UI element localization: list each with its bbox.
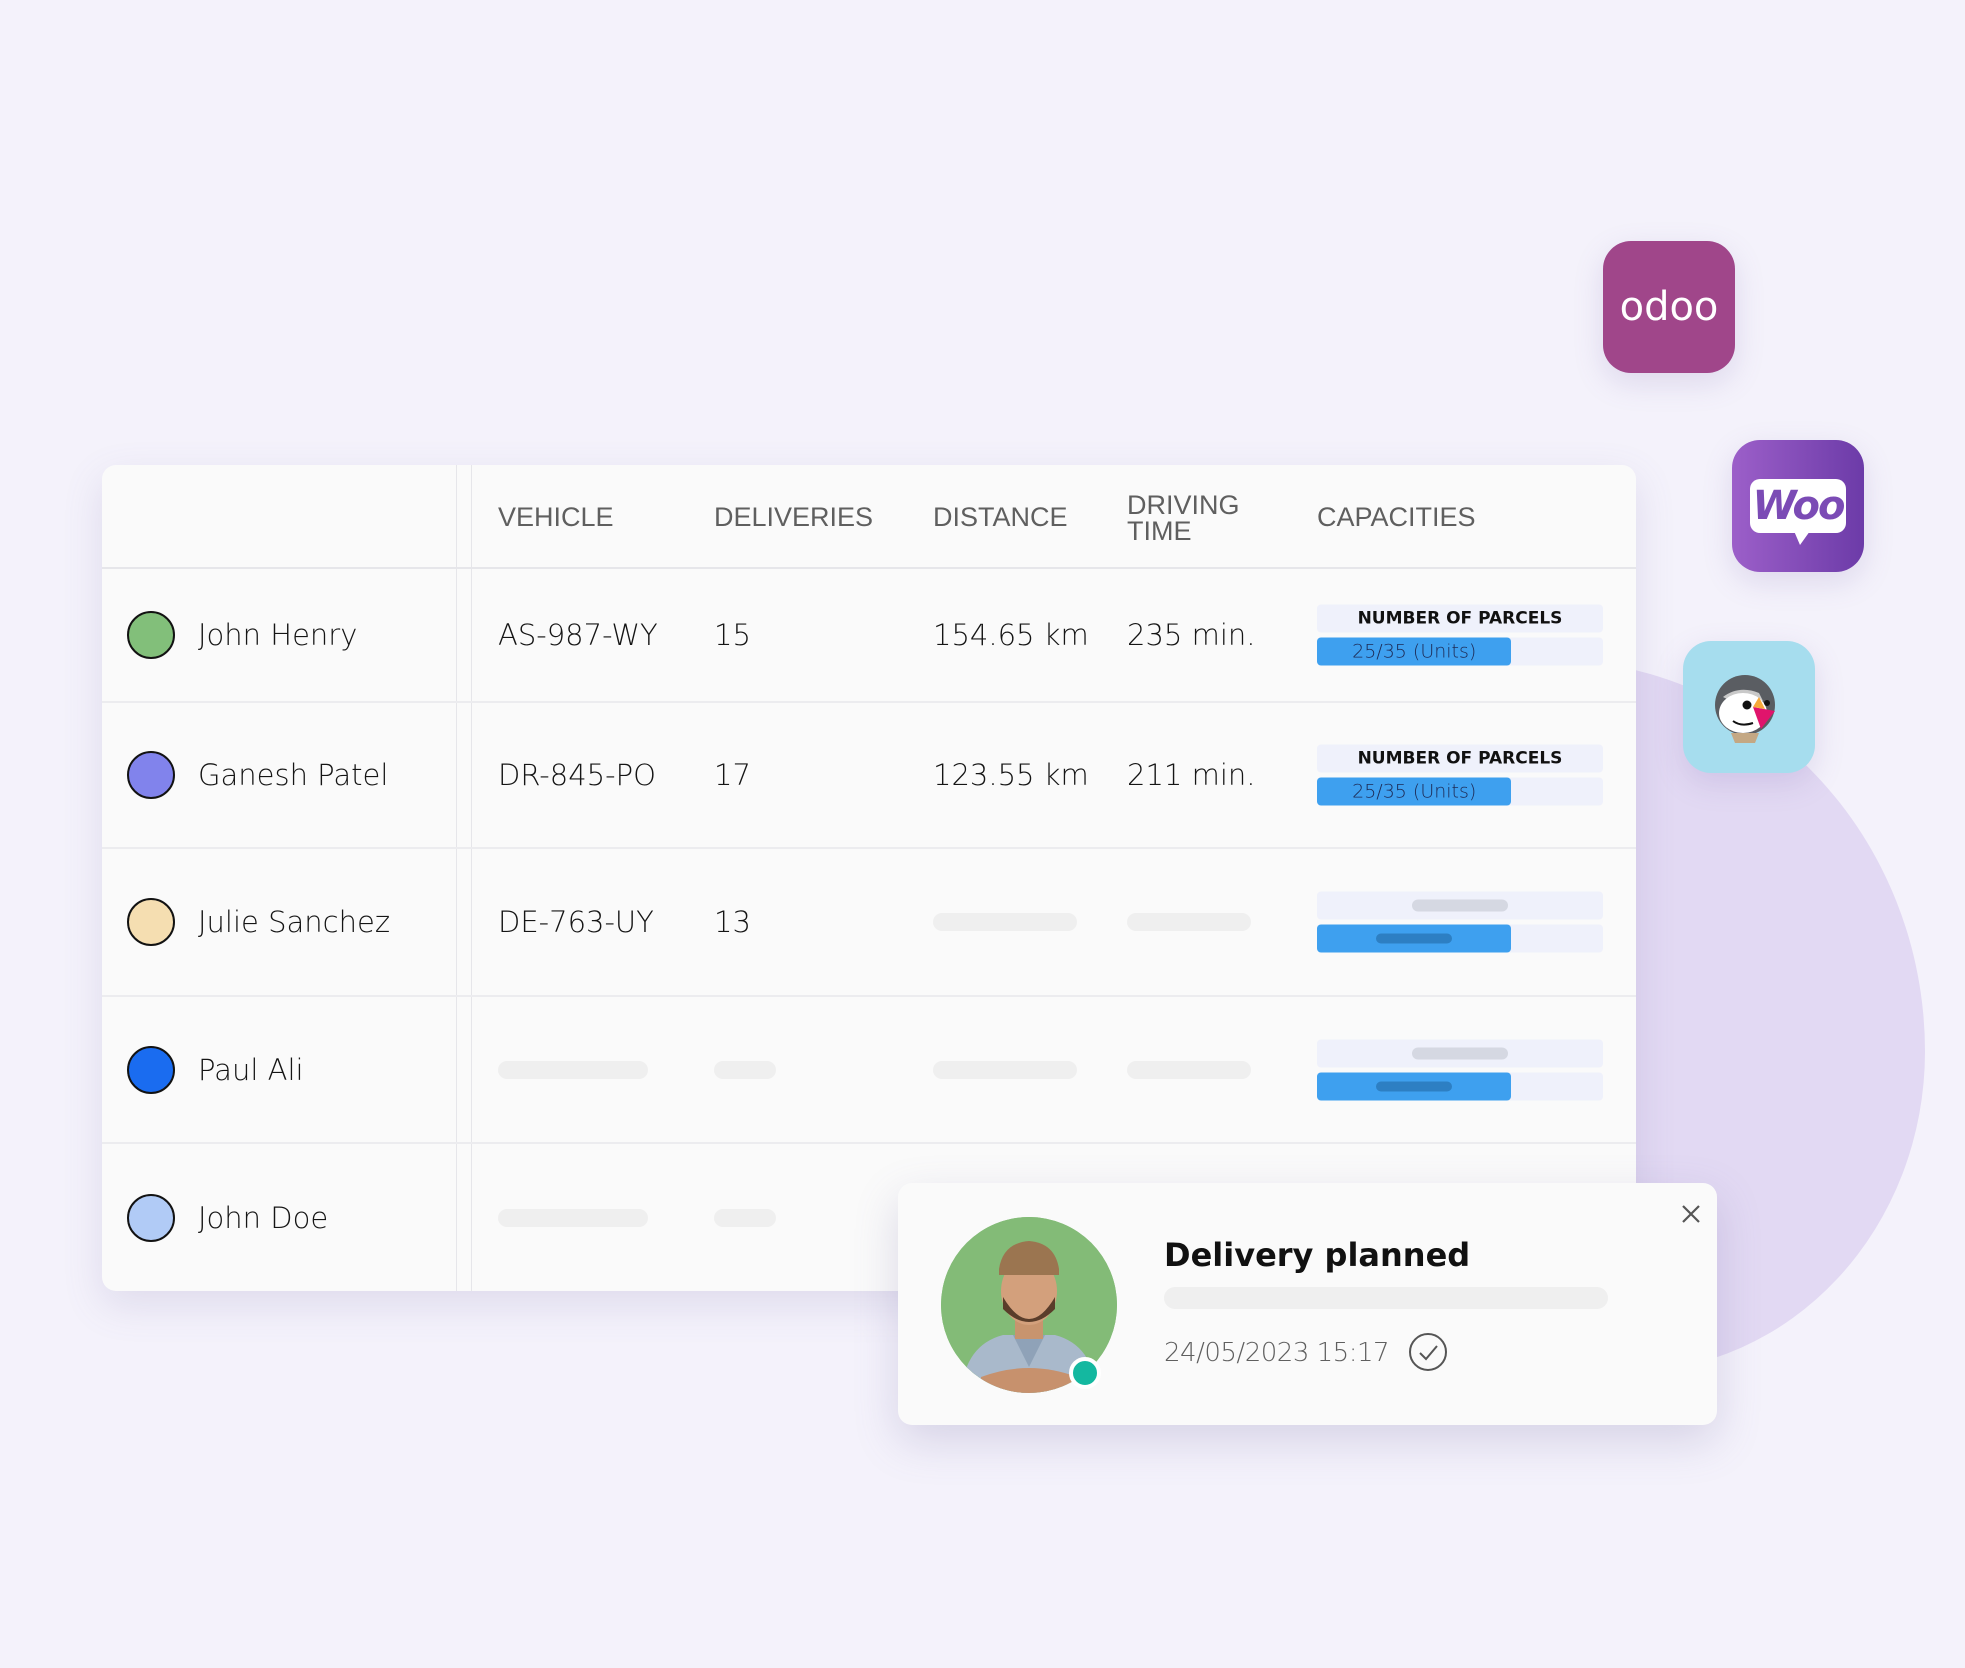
capacity-value: 25/35 (Units) xyxy=(1352,640,1477,663)
woocommerce-integration-icon[interactable]: Woo xyxy=(1732,440,1864,572)
delivery-notification-toast: Delivery planned 24/05/2023 15:17 xyxy=(898,1183,1717,1425)
table-row[interactable]: Paul Ali xyxy=(102,997,1636,1144)
capacity-progress-fill xyxy=(1317,1072,1512,1100)
driving-time-skeleton xyxy=(1127,849,1251,995)
capacity-progress-fill xyxy=(1317,924,1512,953)
odoo-logo-text: odoo xyxy=(1619,284,1719,330)
woo-speech-bubble-icon: Woo xyxy=(1750,479,1846,545)
capacity-value: 25/35 (Units) xyxy=(1352,780,1477,803)
capacity-widget-skeleton xyxy=(1317,1039,1603,1100)
header-capacities[interactable]: CAPACITIES xyxy=(1317,465,1476,569)
capacity-widget: NUMBER OF PARCELS 25/35 (Units) xyxy=(1317,744,1603,806)
header-driving-time-line2: TIME xyxy=(1127,516,1192,546)
distance-skeleton xyxy=(933,997,1077,1142)
capacity-progress-fill: 25/35 (Units) xyxy=(1317,637,1512,666)
capacity-widget: NUMBER OF PARCELS 25/35 (Units) xyxy=(1317,604,1603,666)
header-driving-time-line1: DRIVING xyxy=(1127,490,1240,520)
header-driving-time[interactable]: DRIVING TIME xyxy=(1127,465,1240,569)
header-vehicle[interactable]: VEHICLE xyxy=(498,465,614,569)
deliveries-skeleton xyxy=(714,997,776,1142)
deliveries-cell: 15 xyxy=(714,618,751,652)
check-circle-icon xyxy=(1409,1333,1447,1371)
capacity-progress-bar xyxy=(1317,924,1603,953)
woo-logo-text: Woo xyxy=(1752,483,1846,529)
vehicle-skeleton xyxy=(498,997,648,1142)
vehicle-cell: DR-845-PO xyxy=(498,758,656,792)
capacity-label: NUMBER OF PARCELS xyxy=(1317,604,1603,633)
puffin-icon xyxy=(1715,675,1775,743)
driver-name: John Doe xyxy=(198,1200,329,1235)
distance-cell: 123.55 km xyxy=(933,758,1089,792)
table-row[interactable]: John Henry AS-987-WY 15 154.65 km 235 mi… xyxy=(102,569,1636,703)
driving-time-skeleton xyxy=(1127,997,1251,1142)
driver-name: Julie Sanchez xyxy=(198,905,391,939)
header-deliveries[interactable]: DELIVERIES xyxy=(714,465,873,569)
driver-name: John Henry xyxy=(198,618,358,652)
driver-color-dot xyxy=(127,751,175,799)
driving-time-cell: 211 min. xyxy=(1127,758,1256,792)
routes-table: VEHICLE DELIVERIES DISTANCE DRIVING TIME… xyxy=(102,465,1636,1291)
capacity-widget-skeleton xyxy=(1317,891,1603,953)
notification-timestamp: 24/05/2023 15:17 xyxy=(1164,1338,1390,1368)
capacity-progress-bar xyxy=(1317,1072,1603,1100)
deliveries-cell: 17 xyxy=(714,758,751,792)
online-status-indicator xyxy=(1069,1357,1101,1389)
capacity-label: NUMBER OF PARCELS xyxy=(1317,744,1603,773)
deliveries-skeleton xyxy=(714,1144,776,1291)
distance-skeleton xyxy=(933,849,1077,995)
vehicle-skeleton xyxy=(498,1144,648,1291)
notification-message-skeleton xyxy=(1164,1287,1608,1309)
driver-name: Paul Ali xyxy=(198,1052,304,1087)
notification-title: Delivery planned xyxy=(1164,1236,1471,1274)
close-icon[interactable] xyxy=(1679,1202,1703,1226)
deliveries-cell: 13 xyxy=(714,905,751,939)
driver-color-dot xyxy=(127,611,175,659)
prestashop-integration-icon[interactable] xyxy=(1683,641,1815,773)
odoo-integration-icon[interactable]: odoo xyxy=(1603,241,1735,373)
vehicle-cell: AS-987-WY xyxy=(498,618,658,652)
capacity-label-skeleton xyxy=(1317,1039,1603,1067)
distance-cell: 154.65 km xyxy=(933,618,1089,652)
table-header: VEHICLE DELIVERIES DISTANCE DRIVING TIME… xyxy=(102,465,1636,569)
capacity-progress-bar: 25/35 (Units) xyxy=(1317,777,1603,806)
driver-color-dot xyxy=(127,898,175,946)
vehicle-cell: DE-763-UY xyxy=(498,905,654,939)
driving-time-cell: 235 min. xyxy=(1127,618,1256,652)
table-row[interactable]: Ganesh Patel DR-845-PO 17 123.55 km 211 … xyxy=(102,703,1636,849)
driver-color-dot xyxy=(127,1193,175,1242)
capacity-label-skeleton xyxy=(1317,891,1603,920)
header-distance[interactable]: DISTANCE xyxy=(933,465,1068,569)
driver-name: Ganesh Patel xyxy=(198,758,389,792)
capacity-progress-bar: 25/35 (Units) xyxy=(1317,637,1603,666)
capacity-progress-fill: 25/35 (Units) xyxy=(1317,777,1512,806)
driver-color-dot xyxy=(127,1045,175,1094)
table-row[interactable]: Julie Sanchez DE-763-UY 13 xyxy=(102,849,1636,997)
